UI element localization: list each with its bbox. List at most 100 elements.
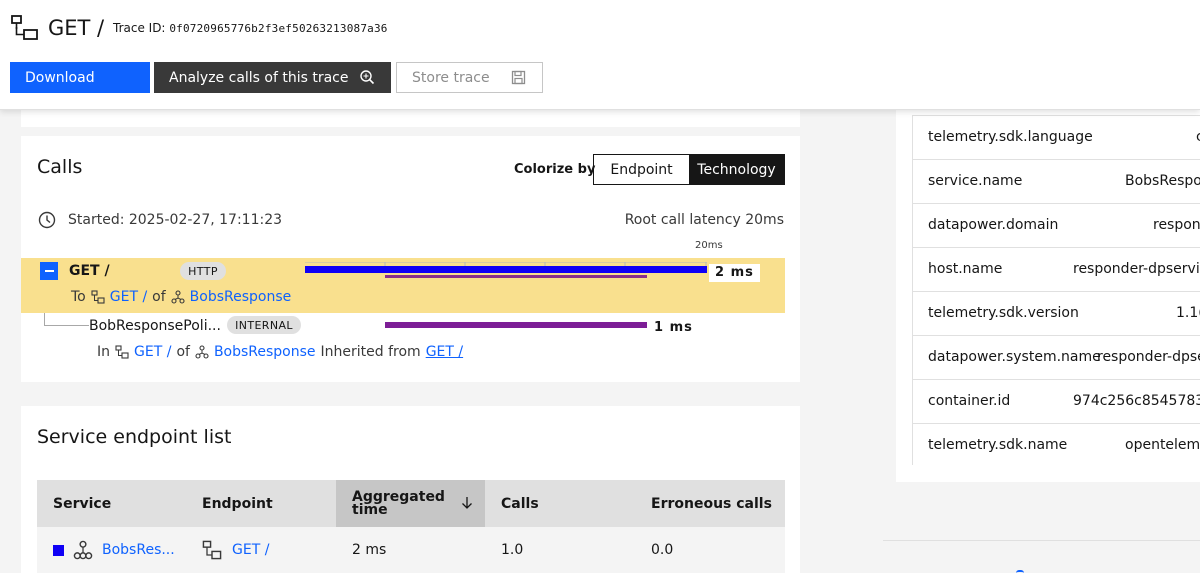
save-icon bbox=[511, 70, 526, 85]
column-erroneous-calls[interactable]: Erroneous calls bbox=[651, 480, 772, 527]
trace-id-value: 0f0720965776b2f3ef50263213087a36 bbox=[169, 22, 388, 35]
previous-card-fragment bbox=[21, 110, 800, 127]
of-label: of bbox=[176, 344, 190, 360]
panel-divider bbox=[883, 540, 1200, 541]
child-span-preview bbox=[385, 275, 647, 278]
service-link[interactable]: BobsResponse bbox=[214, 344, 316, 360]
tag-value: responder-dpser bbox=[1097, 349, 1200, 365]
call-duration: 2 ms bbox=[709, 264, 760, 282]
tag-key: telemetry.sdk.language bbox=[928, 129, 1093, 145]
trace-id: Trace ID: 0f0720965776b2f3ef50263213087a… bbox=[113, 21, 388, 35]
table-row[interactable]: BobsRes... GET / 2 ms 1.0 0.0 bbox=[37, 527, 785, 573]
tag-key: telemetry.sdk.name bbox=[928, 437, 1068, 453]
inherited-link[interactable]: GET / bbox=[426, 344, 463, 360]
tree-connector-vertical bbox=[44, 313, 45, 325]
cell-aggregated-time: 2 ms bbox=[352, 542, 387, 558]
tag-row: container.id 974c256c8545783c bbox=[913, 380, 1200, 424]
sort-arrow-down-icon bbox=[462, 497, 472, 509]
column-endpoint[interactable]: Endpoint bbox=[202, 480, 273, 527]
calls-card: Calls Colorize by Endpoint Technology St… bbox=[21, 136, 800, 382]
colorize-technology-option[interactable]: Technology bbox=[689, 155, 784, 184]
colorize-label: Colorize by bbox=[514, 162, 596, 177]
tag-value: responc bbox=[1153, 217, 1200, 233]
colorize-endpoint-option[interactable]: Endpoint bbox=[594, 155, 689, 184]
call-location: In GET / of BobsResponse Inherited from … bbox=[97, 344, 463, 360]
tag-value: 974c256c8545783c bbox=[1073, 393, 1200, 409]
clock-icon bbox=[38, 211, 56, 229]
service-endpoint-card: Service endpoint list Service Endpoint A… bbox=[21, 406, 800, 573]
analyze-icon bbox=[360, 70, 375, 85]
download-button[interactable]: Download bbox=[10, 62, 150, 93]
call-tag-http: HTTP bbox=[180, 262, 226, 280]
tag-value: 1.1( bbox=[1176, 305, 1200, 321]
tag-row: datapower.domain responc bbox=[913, 204, 1200, 248]
cell-erroneous-calls: 0.0 bbox=[651, 542, 674, 558]
trace-id-label: Trace ID: bbox=[113, 21, 166, 35]
service-endpoint-title: Service endpoint list bbox=[37, 426, 232, 448]
call-tag-internal: INTERNAL bbox=[227, 316, 301, 334]
colorize-switcher: Endpoint Technology bbox=[593, 154, 785, 185]
store-trace-label: Store trace bbox=[412, 69, 490, 86]
service-link[interactable]: BobsResponse bbox=[190, 289, 292, 305]
tag-row: service.name BobsRespor bbox=[913, 160, 1200, 204]
tag-key: datapower.system.name bbox=[928, 349, 1101, 365]
tree-connector-horizontal bbox=[44, 325, 89, 326]
internal-span-bar[interactable] bbox=[385, 322, 647, 328]
started-timestamp: Started: 2025-02-27, 17:11:23 bbox=[68, 212, 283, 228]
column-service[interactable]: Service bbox=[53, 480, 111, 527]
download-button-label: Download bbox=[25, 69, 95, 86]
tag-row: telemetry.sdk.version 1.1( bbox=[913, 292, 1200, 336]
call-duration: 1 ms bbox=[654, 320, 693, 335]
tag-row: datapower.system.name responder-dpser bbox=[913, 336, 1200, 380]
tag-row: telemetry.sdk.name openteleme bbox=[913, 424, 1200, 468]
tags-table: telemetry.sdk.language c service.name Bo… bbox=[912, 115, 1200, 468]
call-name[interactable]: BobResponsePoli... bbox=[89, 318, 221, 334]
service-color-swatch bbox=[53, 544, 64, 556]
endpoint-icon bbox=[91, 290, 105, 304]
column-aggregated-time-label: Aggregated time bbox=[352, 488, 445, 518]
analyze-calls-label: Analyze calls of this trace bbox=[169, 69, 349, 86]
page-title: GET / bbox=[48, 16, 105, 40]
store-trace-button[interactable]: Store trace bbox=[396, 62, 543, 93]
tag-value: BobsRespor bbox=[1125, 173, 1200, 189]
tag-row: host.name responder-dpservic bbox=[913, 248, 1200, 292]
cell-endpoint: GET / bbox=[202, 527, 269, 573]
cell-calls: 1.0 bbox=[501, 542, 524, 558]
service-icon bbox=[195, 345, 209, 359]
cell-service: BobsRes... bbox=[53, 527, 175, 573]
endpoint-link[interactable]: GET / bbox=[110, 289, 147, 305]
call-name[interactable]: GET / bbox=[69, 263, 110, 279]
tag-value: c bbox=[1196, 129, 1200, 145]
trace-icon bbox=[11, 15, 38, 40]
endpoint-link[interactable]: GET / bbox=[134, 344, 171, 360]
table-header: Service Endpoint Aggregated time Calls E… bbox=[37, 480, 785, 527]
endpoint-link[interactable]: GET / bbox=[232, 542, 269, 558]
http-span-bar[interactable] bbox=[305, 266, 707, 273]
inherited-label: Inherited from bbox=[320, 344, 421, 360]
tag-value: openteleme bbox=[1125, 437, 1200, 453]
calls-title: Calls bbox=[37, 156, 83, 178]
trace-header: GET / Trace ID: 0f0720965776b2f3ef502632… bbox=[0, 0, 1200, 110]
collapse-toggle[interactable] bbox=[40, 262, 58, 280]
endpoint-icon bbox=[115, 345, 129, 359]
service-icon bbox=[171, 290, 185, 304]
tag-key: telemetry.sdk.version bbox=[928, 305, 1079, 321]
to-label: To bbox=[71, 289, 86, 305]
tag-row: telemetry.sdk.language c bbox=[913, 116, 1200, 160]
tag-key: host.name bbox=[928, 261, 1003, 277]
tag-key: container.id bbox=[928, 393, 1011, 409]
column-aggregated-time[interactable]: Aggregated time bbox=[336, 480, 485, 527]
call-target: To GET / of BobsResponse bbox=[71, 289, 291, 305]
endpoint-icon bbox=[202, 540, 222, 560]
root-call-latency: Root call latency 20ms bbox=[624, 212, 784, 228]
tag-key: datapower.domain bbox=[928, 217, 1059, 233]
tag-value: responder-dpservic bbox=[1073, 261, 1200, 277]
service-link[interactable]: BobsRes... bbox=[102, 542, 175, 558]
service-icon bbox=[73, 540, 93, 560]
in-label: In bbox=[97, 344, 111, 360]
timeline-tick-label: 20ms bbox=[695, 240, 723, 251]
of-label: of bbox=[152, 289, 166, 305]
column-calls[interactable]: Calls bbox=[501, 480, 539, 527]
analyze-calls-button[interactable]: Analyze calls of this trace bbox=[154, 62, 391, 93]
tag-key: service.name bbox=[928, 173, 1023, 189]
